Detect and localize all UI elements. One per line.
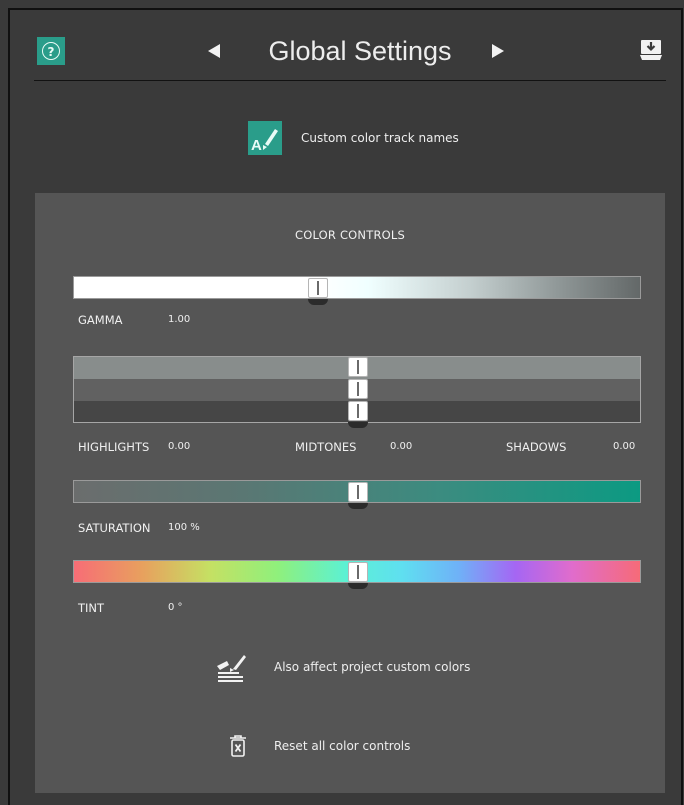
page-title: Global Settings [268,36,452,66]
previous-page-button[interactable] [208,44,220,58]
reset-color-controls-label: Reset all color controls [274,739,411,753]
midtones-slider-thumb[interactable] [348,379,368,399]
question-circle-icon: ? [42,42,60,60]
saturation-slider-thumb[interactable] [348,482,368,502]
tint-slider-thumb[interactable] [348,562,368,582]
saturation-thumb-shadow [348,503,368,509]
highlights-value: 0.00 [168,441,191,452]
tint-thumb-shadow [348,583,368,589]
brush-glyph [263,129,278,150]
header-divider [34,80,666,81]
shadows-value: 0.00 [613,441,636,452]
saturation-label: SATURATION [78,521,151,535]
color-controls-heading: COLOR CONTROLS [294,228,406,242]
tint-label: TINT [78,601,105,615]
custom-color-track-names-label: Custom color track names [301,131,459,145]
trash-x-icon [230,735,246,757]
help-button[interactable]: ? [37,37,65,65]
midtones-label: MIDTONES [295,440,357,454]
paint-brush-swatches-icon [217,655,246,682]
gamma-slider-track[interactable] [73,276,641,299]
global-settings-window: ? Global Settings A Custom color track n… [8,8,683,805]
saturation-value: 100 % [168,522,200,533]
highlights-label: HIGHLIGHTS [78,440,150,454]
next-page-button[interactable] [492,44,504,58]
download-tray-icon [640,40,662,60]
shadows-slider-thumb[interactable] [348,401,368,421]
font-color-brush-icon: A [248,121,282,155]
shadows-label: SHADOWS [506,440,567,454]
download-button[interactable] [638,39,664,63]
custom-color-track-names-option[interactable]: A Custom color track names [248,120,459,156]
tint-value: 0 ° [168,602,183,613]
gamma-thumb-shadow [308,299,328,305]
midtones-value: 0.00 [390,441,413,452]
gamma-value: 1.00 [168,314,191,325]
also-affect-project-colors-option[interactable]: Also affect project custom colors [215,652,470,682]
reset-color-controls-button[interactable]: Reset all color controls [228,734,410,758]
color-controls-panel: COLOR CONTROLS GAMMA 1.00 HIGHLIGHTS 0.0… [35,193,665,793]
levels-thumb-shadow [348,422,368,428]
also-affect-project-colors-label: Also affect project custom colors [274,660,471,674]
gamma-label: GAMMA [78,313,123,327]
highlights-slider-thumb[interactable] [348,357,368,377]
gamma-slider-thumb[interactable] [308,278,328,298]
